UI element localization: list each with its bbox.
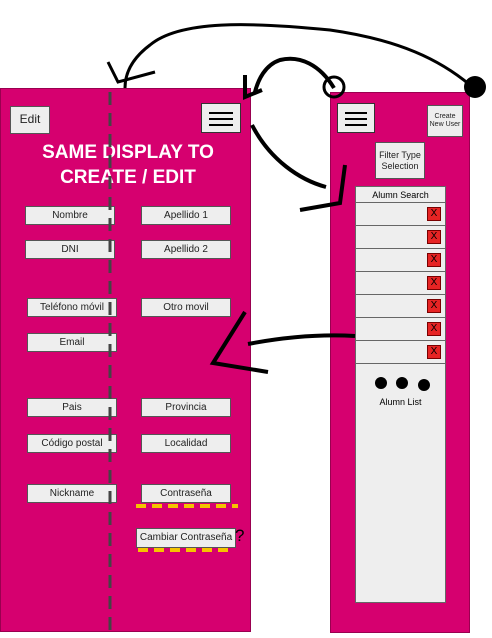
scribble-dot [464, 76, 486, 98]
arrow-curve [247, 333, 356, 346]
loading-dot-icon [396, 377, 408, 389]
loading-dot-icon [418, 379, 430, 391]
arrow-curve [123, 23, 471, 89]
arrow-curve [253, 56, 336, 93]
loading-dot-icon [375, 377, 387, 389]
annotation-overlay [106, 23, 486, 632]
arrow-curve [250, 124, 327, 189]
highlight-underline [136, 504, 238, 552]
